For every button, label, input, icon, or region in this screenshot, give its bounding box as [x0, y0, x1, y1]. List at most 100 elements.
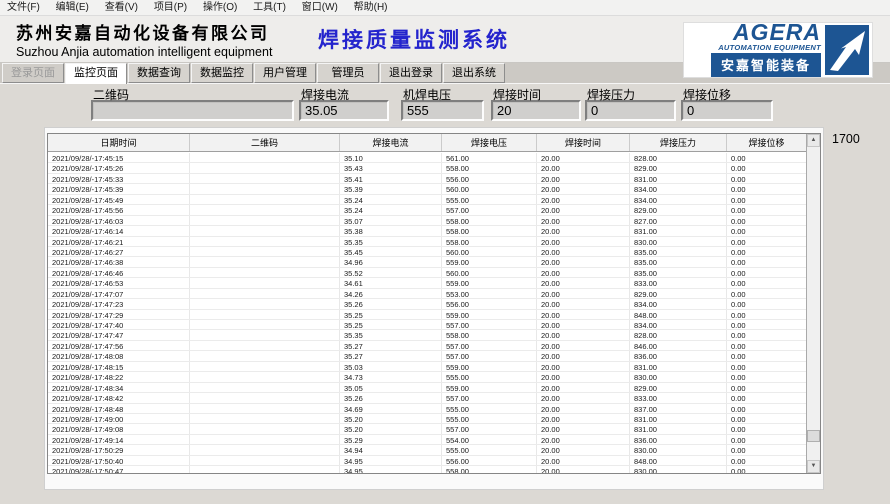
tab-data-query[interactable]: 数据查询 — [128, 63, 190, 83]
table-cell: 2021/09/28/-17:45:56 — [48, 205, 190, 214]
table-row[interactable]: 2021/09/28/-17:46:5334.61559.0020.00833.… — [48, 278, 806, 288]
table-row[interactable]: 2021/09/28/-17:47:5635.27557.0020.00846.… — [48, 341, 806, 351]
table-row[interactable]: 2021/09/28/-17:48:4834.69555.0020.00837.… — [48, 404, 806, 414]
table-cell: 559.00 — [442, 310, 537, 319]
tab-monitor-page[interactable]: 监控页面 — [65, 63, 127, 84]
table-row[interactable]: 2021/09/28/-17:48:1535.03559.0020.00831.… — [48, 362, 806, 372]
table-row[interactable]: 2021/09/28/-17:45:1535.10561.0020.00828.… — [48, 153, 806, 163]
table-cell: 20.00 — [537, 456, 630, 465]
table-cell: 2021/09/28/-17:47:29 — [48, 310, 190, 319]
table-row[interactable]: 2021/09/28/-17:47:2335.26556.0020.00834.… — [48, 299, 806, 309]
weld-current-input[interactable] — [299, 100, 389, 121]
table-cell: 557.00 — [442, 341, 537, 350]
table-row[interactable]: 2021/09/28/-17:48:4235.26557.0020.00833.… — [48, 393, 806, 403]
table-cell — [190, 163, 340, 172]
field-weld-time: 焊接时间 — [491, 86, 581, 121]
menu-help[interactable]: 帮助(H) — [349, 0, 393, 15]
table-cell: 556.00 — [442, 174, 537, 183]
logo-chinese-text: 安嘉智能装备 — [711, 53, 821, 77]
table-cell: 835.00 — [630, 268, 727, 277]
table-cell: 557.00 — [442, 351, 537, 360]
table-cell: 2021/09/28/-17:45:15 — [48, 153, 190, 162]
table-row[interactable]: 2021/09/28/-17:46:0335.07558.0020.00827.… — [48, 216, 806, 226]
menu-view[interactable]: 查看(V) — [100, 0, 143, 15]
table-row[interactable]: 2021/09/28/-17:46:2735.45560.0020.00835.… — [48, 247, 806, 257]
menu-operate[interactable]: 操作(O) — [198, 0, 242, 15]
table-cell: 555.00 — [442, 372, 537, 381]
table-cell: 20.00 — [537, 237, 630, 246]
table-cell: 35.52 — [340, 268, 442, 277]
table-row[interactable]: 2021/09/28/-17:46:1435.38558.0020.00831.… — [48, 226, 806, 236]
tab-logout[interactable]: 退出登录 — [380, 63, 442, 83]
menu-edit[interactable]: 编辑(E) — [51, 0, 94, 15]
table-row[interactable]: 2021/09/28/-17:48:3435.05559.0020.00829.… — [48, 383, 806, 393]
table-row[interactable]: 2021/09/28/-17:48:0835.27557.0020.00836.… — [48, 351, 806, 361]
table-cell: 836.00 — [630, 351, 727, 360]
table-row[interactable]: 2021/09/28/-17:47:0734.26553.0020.00829.… — [48, 289, 806, 299]
table-row[interactable]: 2021/09/28/-17:50:4034.95556.0020.00848.… — [48, 456, 806, 466]
table-cell: 0.00 — [727, 404, 806, 413]
table-cell: 0.00 — [727, 383, 806, 392]
table-cell: 35.39 — [340, 184, 442, 193]
table-cell: 835.00 — [630, 247, 727, 256]
tab-data-monitor[interactable]: 数据监控 — [191, 63, 253, 83]
table-row[interactable]: 2021/09/28/-17:46:3834.96559.0020.00835.… — [48, 257, 806, 267]
tab-exit-system[interactable]: 退出系统 — [443, 63, 505, 83]
column-header-weld-voltage[interactable]: 焊接电压 — [442, 134, 537, 151]
table-cell: 0.00 — [727, 153, 806, 162]
table-row[interactable]: 2021/09/28/-17:49:1435.29554.0020.00836.… — [48, 435, 806, 445]
table-row[interactable]: 2021/09/28/-17:45:4935.24555.0020.00834.… — [48, 195, 806, 205]
scroll-down-icon[interactable]: ▼ — [807, 460, 820, 473]
menu-window[interactable]: 窗口(W) — [297, 0, 343, 15]
table-cell: 0.00 — [727, 237, 806, 246]
table-row[interactable]: 2021/09/28/-17:45:3935.39560.0020.00834.… — [48, 184, 806, 194]
column-header-weld-displacement[interactable]: 焊接位移 — [727, 134, 806, 151]
table-row[interactable]: 2021/09/28/-17:47:2935.25559.0020.00848.… — [48, 310, 806, 320]
table-cell: 0.00 — [727, 289, 806, 298]
weld-displacement-input[interactable] — [681, 100, 773, 121]
table-row[interactable]: 2021/09/28/-17:50:2934.94555.0020.00830.… — [48, 445, 806, 455]
menu-tools[interactable]: 工具(T) — [248, 0, 291, 15]
scrollbar-thumb[interactable] — [807, 430, 820, 442]
table-cell: 20.00 — [537, 184, 630, 193]
qrcode-input[interactable] — [91, 100, 294, 121]
column-header-datetime[interactable]: 日期时间 — [48, 134, 190, 151]
weld-current-label: 焊接电流 — [299, 86, 389, 98]
table-row[interactable]: 2021/09/28/-17:45:5635.24557.0020.00829.… — [48, 205, 806, 215]
table-cell: 35.24 — [340, 195, 442, 204]
weld-time-input[interactable] — [491, 100, 581, 121]
table-row[interactable]: 2021/09/28/-17:45:2635.43558.0020.00829.… — [48, 163, 806, 173]
table-row[interactable]: 2021/09/28/-17:46:2135.35558.0020.00830.… — [48, 237, 806, 247]
table-row[interactable]: 2021/09/28/-17:46:4635.52560.0020.00835.… — [48, 268, 806, 278]
table-cell: 35.27 — [340, 341, 442, 350]
table-cell: 556.00 — [442, 456, 537, 465]
menu-file[interactable]: 文件(F) — [2, 0, 45, 15]
table-row[interactable]: 2021/09/28/-17:49:0835.20557.0020.00831.… — [48, 424, 806, 434]
table-cell: 829.00 — [630, 383, 727, 392]
weld-voltage-input[interactable] — [401, 100, 484, 121]
column-header-qrcode[interactable]: 二维码 — [190, 134, 340, 151]
scroll-up-icon[interactable]: ▲ — [807, 134, 820, 147]
table-row[interactable]: 2021/09/28/-17:45:3335.41556.0020.00831.… — [48, 174, 806, 184]
table-row[interactable]: 2021/09/28/-17:50:4734.95558.0020.00830.… — [48, 466, 806, 473]
column-header-weld-time[interactable]: 焊接时间 — [537, 134, 630, 151]
table-cell: 0.00 — [727, 278, 806, 287]
table-row[interactable]: 2021/09/28/-17:47:4035.25557.0020.00834.… — [48, 320, 806, 330]
menu-project[interactable]: 项目(P) — [149, 0, 192, 15]
tab-login-page[interactable]: 登录页面 — [2, 63, 64, 83]
table-cell: 828.00 — [630, 330, 727, 339]
table-cell: 2021/09/28/-17:45:39 — [48, 184, 190, 193]
table-cell: 0.00 — [727, 330, 806, 339]
column-header-weld-pressure[interactable]: 焊接压力 — [630, 134, 727, 151]
column-header-weld-current[interactable]: 焊接电流 — [340, 134, 442, 151]
tab-user-management[interactable]: 用户管理 — [254, 63, 316, 83]
table-row[interactable]: 2021/09/28/-17:48:2234.73555.0020.00830.… — [48, 372, 806, 382]
table-cell: 0.00 — [727, 445, 806, 454]
table-cell: 555.00 — [442, 404, 537, 413]
vertical-scrollbar[interactable]: ▲ ▼ — [806, 134, 820, 473]
table-row[interactable]: 2021/09/28/-17:47:4735.35558.0020.00828.… — [48, 330, 806, 340]
logo-text-block: AGERA AUTOMATION EQUIPMENT 安嘉智能装备 — [687, 23, 825, 77]
table-row[interactable]: 2021/09/28/-17:49:0035.20555.0020.00831.… — [48, 414, 806, 424]
tab-administrator[interactable]: 管理员 — [317, 63, 379, 83]
weld-pressure-input[interactable] — [585, 100, 676, 121]
